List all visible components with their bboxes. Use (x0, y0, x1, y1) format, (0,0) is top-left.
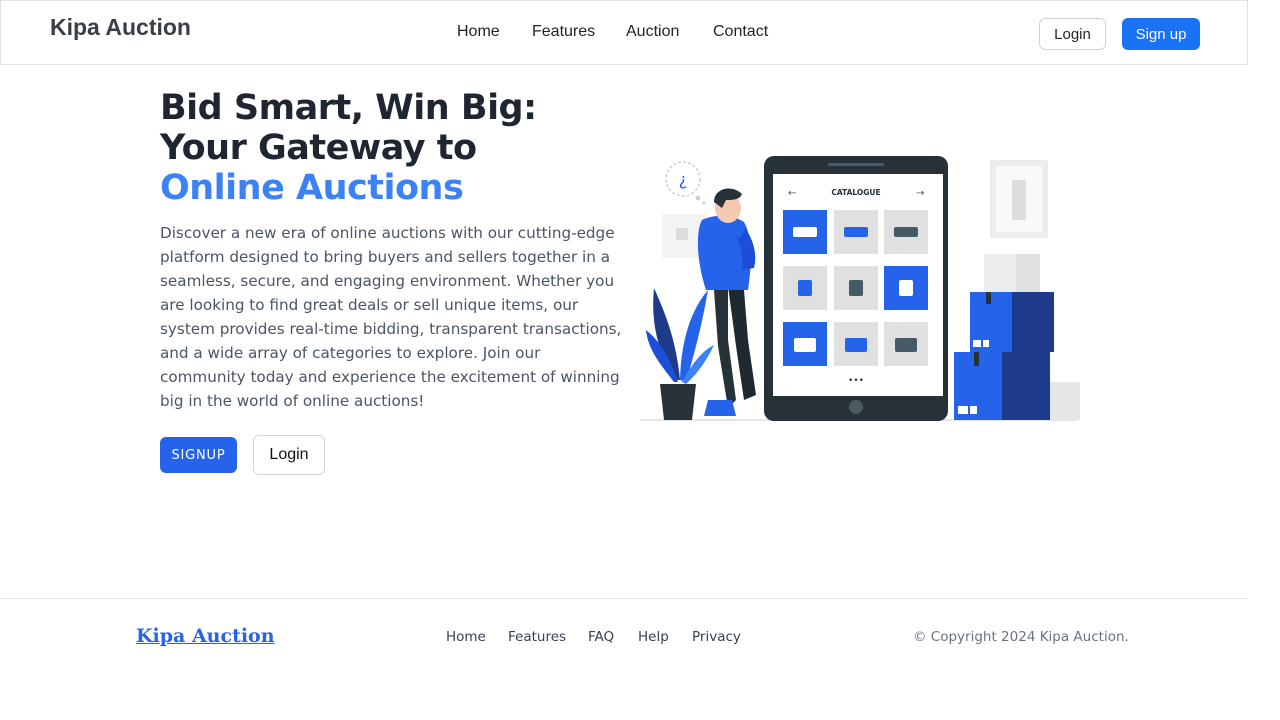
site-header: Kipa Auction Home Features Auction Conta… (0, 0, 1248, 65)
hero-login-button[interactable]: Login (253, 435, 325, 475)
footer-help-link[interactable]: Help (638, 629, 669, 645)
nav-features-link[interactable]: Features (532, 23, 595, 41)
nav-auction-link[interactable]: Auction (626, 23, 679, 41)
nav-contact-link[interactable]: Contact (713, 23, 768, 41)
header-login-button[interactable]: Login (1039, 18, 1106, 50)
hero-title-line2: Your Gateway to (160, 128, 477, 168)
nav-home-link[interactable]: Home (457, 23, 500, 41)
footer-brand-link[interactable]: Kipa Auction (136, 625, 275, 647)
more-dots: ••• (848, 376, 864, 386)
footer-privacy-link[interactable]: Privacy (692, 629, 741, 645)
brand-logo[interactable]: Kipa Auction (50, 14, 191, 41)
catalogue-back-icon: ← (788, 188, 796, 199)
hero-illustration: ¿ ← → CATALOGUE ••• (636, 150, 1084, 425)
hero-title-highlight: Online Auctions (160, 168, 464, 208)
header-signup-button[interactable]: Sign up (1122, 18, 1200, 50)
footer-features-link[interactable]: Features (508, 629, 566, 645)
thought-glyph: ¿ (679, 170, 688, 189)
catalogue-forward-icon: → (916, 188, 924, 199)
copyright-text: © Copyright 2024 Kipa Auction. (913, 629, 1129, 645)
tablet-icon: ← → CATALOGUE ••• (764, 156, 948, 421)
footer-faq-link[interactable]: FAQ (588, 629, 614, 645)
catalogue-label: CATALOGUE (831, 188, 880, 197)
plant-icon (646, 288, 714, 420)
hero-title: Bid Smart, Win Big: Your Gateway to Onli… (160, 88, 630, 208)
hero-description: Discover a new era of online auctions wi… (160, 224, 622, 410)
hero-title-line1: Bid Smart, Win Big: (160, 88, 537, 128)
footer-home-link[interactable]: Home (446, 629, 486, 645)
site-footer: Kipa Auction Home Features FAQ Help Priv… (0, 598, 1248, 720)
thought-bubble-icon: ¿ (665, 161, 706, 205)
boxes-icon (954, 254, 1080, 420)
person-icon (697, 188, 756, 416)
hero-signup-button[interactable]: SIGNUP (160, 437, 237, 473)
